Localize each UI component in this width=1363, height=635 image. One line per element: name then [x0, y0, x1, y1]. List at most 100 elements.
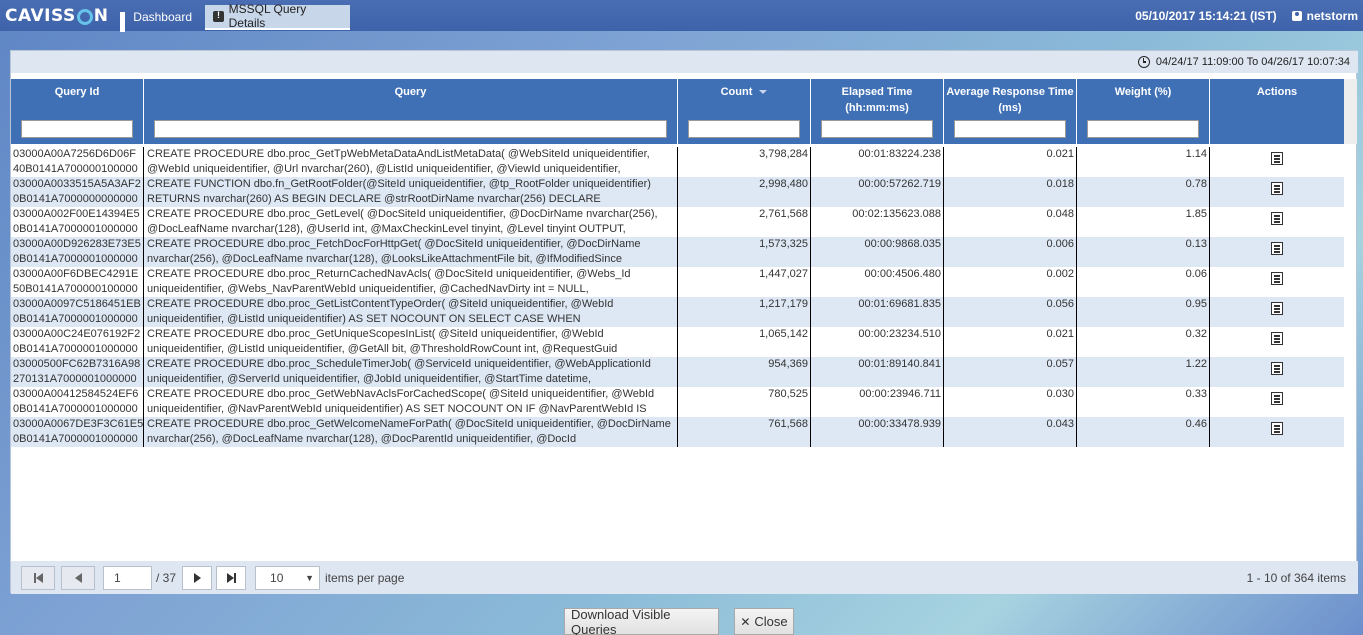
first-page-button[interactable]: [21, 565, 55, 590]
query-id-filter-input[interactable]: [21, 120, 133, 138]
query-id-line-2: 0B0141A7000001000000: [13, 403, 138, 415]
time-range: 04/24/17 11:09:00 To 04/26/17 10:07:34: [1155, 56, 1350, 68]
cell-query: CREATE PROCEDURE dbo.proc_GetUniqueScope…: [144, 327, 678, 357]
col-query-label: Query: [394, 86, 427, 98]
cell-elapsed-time: 00:01:69681.835: [811, 297, 944, 327]
query-line-2: uniqueidentifier, @ListId uniqueidentifi…: [147, 313, 581, 325]
view-details-icon[interactable]: [1271, 272, 1283, 285]
page-number-input[interactable]: 1: [103, 565, 152, 590]
download-visible-queries-button[interactable]: Download Visible Queries: [564, 607, 719, 635]
view-details-icon[interactable]: [1271, 212, 1283, 225]
table-row[interactable]: 03000500FC62B7316A98 270131A7000001000000…: [11, 357, 1344, 387]
query-id-line-2: 0B0141A7000001000000: [13, 223, 138, 235]
cell-avg-response: 0.021: [944, 327, 1077, 357]
query-line-1: CREATE PROCEDURE dbo.proc_ReturnCachedNa…: [147, 268, 631, 280]
dashboard-icon: [120, 11, 128, 32]
cell-avg-response: 0.056: [944, 297, 1077, 327]
cell-query: CREATE PROCEDURE dbo.proc_ReturnCachedNa…: [144, 267, 678, 297]
cell-query-id: 03000A00F6DBEC4291E 50B0141A700000100000: [11, 267, 144, 297]
current-datetime: 05/10/2017 15:14:21 (IST): [1135, 8, 1277, 23]
col-actions: Actions: [1210, 79, 1344, 144]
tab-mssql-query-details[interactable]: MSSQL Query Details: [205, 2, 350, 30]
query-line-1: CREATE PROCEDURE dbo.proc_GetTpWebMetaDa…: [147, 148, 650, 160]
view-details-icon[interactable]: [1271, 332, 1283, 345]
view-details-icon[interactable]: [1271, 182, 1283, 195]
query-id-line-2: 0B0141A7000001000000: [13, 313, 138, 325]
cell-actions: [1210, 417, 1344, 447]
table-row[interactable]: 03000A00412584524EF6 0B0141A7000001000000…: [11, 387, 1344, 417]
query-id-line-2: 40B0141A700000100000: [13, 163, 138, 175]
query-filter-input[interactable]: [154, 120, 667, 138]
table-row[interactable]: 03000A00D926283E73E5 0B0141A7000001000000…: [11, 237, 1344, 267]
col-query-id: Query Id: [11, 79, 144, 144]
avg-filter-input[interactable]: [954, 120, 1066, 138]
username[interactable]: netstorm: [1307, 9, 1358, 23]
table-row[interactable]: 03000A00A7256D6D06F 40B0141A700000100000 C…: [11, 147, 1344, 177]
weight-filter-input[interactable]: [1087, 120, 1199, 138]
user-icon: [1291, 10, 1302, 21]
table-row[interactable]: 03000A002F00E14394E5 0B0141A7000001000000…: [11, 207, 1344, 237]
query-line-2: uniqueidentifier, @ListId uniqueidentifi…: [147, 343, 618, 355]
table-row[interactable]: 03000A0033515A5A3AF2 0B0141A7000000000000…: [11, 177, 1344, 207]
cell-count: 954,369: [678, 357, 811, 387]
table-header: Query Id Query Count Elapsed Time (hh:mm…: [11, 79, 1344, 144]
tab-dashboard[interactable]: Dashboard: [114, 5, 200, 32]
pager-info: 1 - 10 of 364 items: [1246, 570, 1346, 585]
query-id-line-1: 03000500FC62B7316A98: [13, 358, 141, 370]
table-row[interactable]: 03000A0097C5186451EB 0B0141A7000001000000…: [11, 297, 1344, 327]
query-line-1: CREATE PROCEDURE dbo.proc_GetLevel( @Doc…: [147, 208, 658, 220]
view-details-icon[interactable]: [1271, 422, 1283, 435]
query-line-1: CREATE PROCEDURE dbo.proc_GetWelcomeName…: [147, 418, 671, 430]
query-line-2: @DocLeafName nvarchar(128), @UserId int,…: [147, 223, 626, 235]
close-button[interactable]: ✕ Close: [734, 608, 794, 635]
col-weight: Weight (%): [1077, 79, 1210, 144]
query-id-line-2: 0B0141A7000001000000: [13, 433, 138, 445]
col-avg-label: Average Response Time: [946, 86, 1074, 98]
cell-query: CREATE PROCEDURE dbo.proc_GetWebNavAclsF…: [144, 387, 678, 417]
query-line-1: CREATE FUNCTION dbo.fn_GetRootFolder(@Si…: [147, 178, 651, 190]
close-icon: ✕: [740, 614, 751, 629]
last-page-button[interactable]: [216, 565, 247, 590]
cell-avg-response: 0.057: [944, 357, 1077, 387]
view-details-icon[interactable]: [1271, 242, 1283, 255]
query-id-line-1: 03000A00A7256D6D06F: [13, 148, 136, 160]
cell-count: 761,568: [678, 417, 811, 447]
cell-query: CREATE PROCEDURE dbo.proc_GetLevel( @Doc…: [144, 207, 678, 237]
next-page-icon: [193, 572, 201, 583]
cell-count: 780,525: [678, 387, 811, 417]
count-filter-input[interactable]: [688, 120, 800, 138]
view-details-icon[interactable]: [1271, 302, 1283, 315]
query-line-2: uniqueidentifier, @NavParentWebId unique…: [147, 403, 647, 415]
table-row[interactable]: 03000A00C24E076192F2 0B0141A7000001000000…: [11, 327, 1344, 357]
page-size-select[interactable]: 10 ▼: [255, 565, 321, 590]
sort-desc-icon[interactable]: [759, 90, 768, 95]
cell-actions: [1210, 327, 1344, 357]
elapsed-filter-input[interactable]: [821, 120, 933, 138]
tab-mssql-label: MSSQL Query Details: [228, 2, 307, 30]
col-query-id-label: Query Id: [54, 86, 100, 98]
query-line-2: uniqueidentifier, @ServerId uniqueidenti…: [147, 373, 592, 385]
items-per-page-label: items per page: [325, 570, 405, 585]
view-details-icon[interactable]: [1271, 152, 1283, 165]
query-id-line-1: 03000A00F6DBEC4291E: [13, 268, 139, 280]
view-details-icon[interactable]: [1271, 362, 1283, 375]
table-row[interactable]: 03000A0067DE3F3C61E5 0B0141A7000001000000…: [11, 417, 1344, 447]
query-id-line-2: 0B0141A7000001000000: [13, 253, 138, 265]
query-line-2: RETURNS nvarchar(260) AS BEGIN DECLARE @…: [147, 193, 601, 205]
vertical-scrollbar[interactable]: [1344, 79, 1357, 144]
table-row[interactable]: 03000A00F6DBEC4291E 50B0141A700000100000 C…: [11, 267, 1344, 297]
last-page-arrow: [226, 572, 234, 583]
prev-page-button[interactable]: [61, 565, 95, 590]
col-avg-unit: (ms): [998, 102, 1022, 114]
cell-query-id: 03000A0033515A5A3AF2 0B0141A7000000000000: [11, 177, 144, 207]
cell-query: CREATE PROCEDURE dbo.proc_GetWelcomeName…: [144, 417, 678, 447]
close-label: Close: [754, 614, 788, 629]
cell-query-id: 03000A00C24E076192F2 0B0141A7000001000000: [11, 327, 144, 357]
query-line-2: nvarchar(256), @DocLeafName nvarchar(128…: [147, 433, 577, 445]
next-page-button[interactable]: [182, 565, 213, 590]
query-details-panel: 04/24/17 11:09:00 To 04/26/17 10:07:34 Q…: [10, 50, 1358, 594]
first-page-arrow: [35, 572, 43, 583]
alert-message-icon: [213, 10, 224, 22]
view-details-icon[interactable]: [1271, 392, 1283, 405]
col-count[interactable]: Count: [678, 79, 811, 144]
